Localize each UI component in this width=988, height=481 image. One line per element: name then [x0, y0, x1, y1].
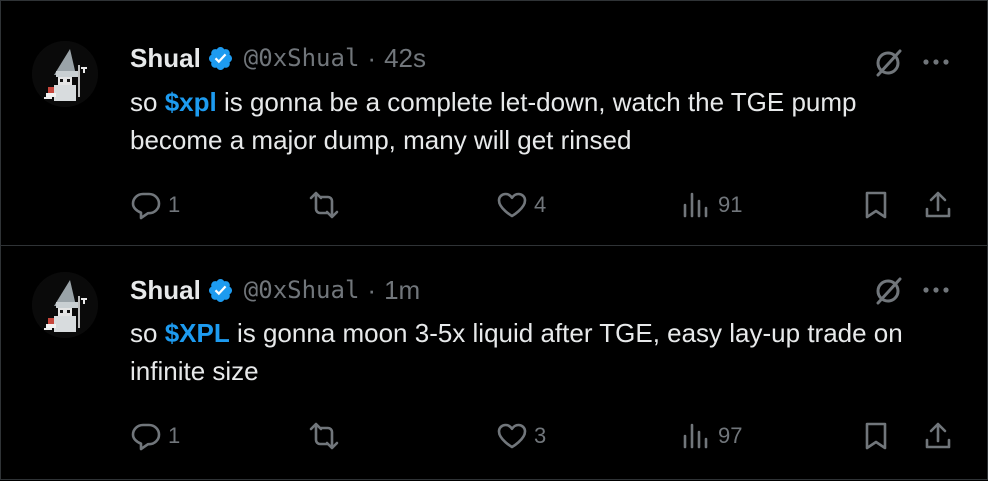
views-button[interactable]: 91	[680, 187, 742, 223]
bookmark-icon	[865, 191, 887, 219]
tweet-text-prefix: so	[130, 318, 165, 348]
repost-icon	[309, 422, 339, 450]
views-button[interactable]: 97	[680, 418, 742, 454]
pixel-wizard-avatar-icon	[32, 272, 98, 338]
cashtag-link[interactable]: $xpl	[165, 87, 217, 117]
tweet-text: so $XPL is gonna moon 3-5x liquid after …	[130, 314, 930, 390]
like-button[interactable]: 4	[496, 187, 546, 223]
reply-button[interactable]: 1	[130, 418, 180, 454]
tweet[interactable]: Shual @0xShual · 42s so $xpl is gonna be…	[0, 0, 988, 246]
reply-icon	[131, 192, 161, 220]
reply-icon	[131, 423, 161, 451]
reply-button[interactable]: 1	[130, 187, 180, 223]
like-count: 4	[534, 192, 547, 217]
tweet-header: Shual @0xShual · 42s	[130, 41, 426, 75]
separator-dot: ·	[367, 42, 377, 73]
repost-button[interactable]	[308, 418, 346, 454]
like-count: 3	[534, 423, 547, 448]
reply-count: 1	[168, 423, 181, 448]
verified-badge-icon[interactable]	[207, 45, 234, 72]
timestamp[interactable]: 1m	[384, 275, 420, 306]
tweet-text-body: is gonna be a complete let-down, watch t…	[130, 87, 857, 155]
pixel-wizard-avatar-icon	[32, 41, 98, 107]
tweet-header: Shual @0xShual · 1m	[130, 273, 420, 307]
reply-count: 1	[168, 192, 181, 217]
author-name[interactable]: Shual	[130, 43, 201, 74]
share-icon	[925, 191, 951, 218]
bookmark-button[interactable]	[860, 187, 892, 223]
views-count: 91	[718, 192, 743, 217]
views-count: 97	[718, 423, 743, 448]
author-handle[interactable]: @0xShual	[244, 44, 360, 72]
action-bar: 1 3 97	[130, 418, 960, 454]
like-icon	[497, 423, 527, 449]
bookmark-icon	[865, 422, 887, 450]
share-icon	[925, 422, 951, 449]
action-bar: 1 4 91	[130, 187, 960, 223]
share-button[interactable]	[922, 187, 954, 223]
author-handle[interactable]: @0xShual	[244, 276, 360, 304]
repost-button[interactable]	[308, 187, 346, 223]
like-button[interactable]: 3	[496, 418, 546, 454]
repost-icon	[309, 191, 339, 219]
tweet-text: so $xpl is gonna be a complete let-down,…	[130, 83, 930, 159]
views-icon	[683, 192, 708, 218]
bookmark-button[interactable]	[860, 418, 892, 454]
grok-icon[interactable]	[871, 273, 905, 307]
avatar[interactable]	[32, 272, 98, 338]
tweet-text-prefix: so	[130, 87, 165, 117]
timestamp[interactable]: 42s	[384, 43, 426, 74]
like-icon	[497, 192, 527, 218]
tweet-text-body: is gonna moon 3-5x liquid after TGE, eas…	[130, 318, 903, 386]
tweet[interactable]: Shual @0xShual · 1m so $XPL is gonna moo…	[0, 246, 988, 481]
verified-badge-icon[interactable]	[207, 277, 234, 304]
avatar[interactable]	[32, 41, 98, 107]
grok-icon[interactable]	[871, 45, 905, 79]
share-button[interactable]	[922, 418, 954, 454]
more-icon[interactable]	[922, 45, 950, 79]
more-icon[interactable]	[922, 273, 950, 307]
cashtag-link[interactable]: $XPL	[165, 318, 230, 348]
author-name[interactable]: Shual	[130, 275, 201, 306]
views-icon	[683, 423, 708, 449]
separator-dot: ·	[367, 274, 377, 305]
